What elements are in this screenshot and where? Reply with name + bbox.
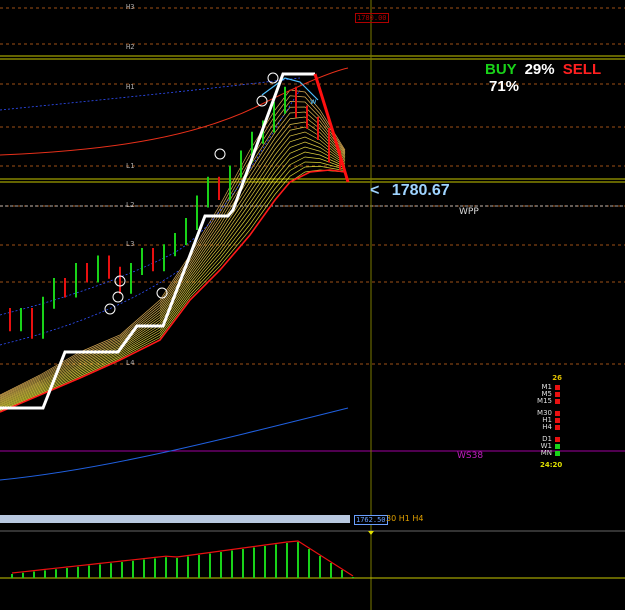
level-label-l1: L1 xyxy=(126,162,135,170)
ribbon-line xyxy=(0,111,346,400)
signal-circle-marker xyxy=(112,291,124,303)
tf-row: H1 xyxy=(532,417,572,424)
tf-label: M15 xyxy=(537,397,552,405)
tf-group: D1 W1 MN xyxy=(532,436,572,457)
timeframe-panel: 26 M1 M5 M15 M30 H1 H4 D1 W1 MN 24:20 xyxy=(532,375,572,469)
lower-band-line xyxy=(0,89,301,316)
signal-w-marker: w xyxy=(310,97,317,106)
tf-status-square xyxy=(555,451,560,456)
level-label-h1: H1 xyxy=(126,83,135,91)
signal-circle-marker xyxy=(267,72,279,84)
price-arrow: < xyxy=(370,182,380,199)
tf-timer: 24:20 xyxy=(540,461,563,469)
buy-percent: 29% xyxy=(524,61,555,78)
ribbon-line xyxy=(0,101,346,398)
tf-status-square xyxy=(555,399,560,404)
oscillator-panel xyxy=(11,540,354,578)
lower-price-tag: 1762.50 xyxy=(354,515,388,525)
tf-status-square xyxy=(555,444,560,449)
level-label-h3: H3 xyxy=(126,3,135,11)
level-label-wpp: WPP xyxy=(459,207,479,217)
buy-label: BUY xyxy=(485,61,517,78)
level-label-l3: L3 xyxy=(126,240,135,248)
ribbon-line xyxy=(0,131,346,404)
tf-count: 26 xyxy=(552,374,562,382)
tf-row: M1 xyxy=(532,384,572,391)
moving-average-lines xyxy=(0,67,349,481)
sell-label: SELL xyxy=(562,61,601,78)
current-price-readout: < 1780.67 xyxy=(370,182,450,200)
ribbon-line xyxy=(0,121,346,402)
tf-status-square xyxy=(555,411,560,416)
tf-group: M1 M5 M15 xyxy=(532,384,572,405)
tf-row: M30 xyxy=(532,410,572,417)
tf-status-square xyxy=(555,418,560,423)
tf-status-square xyxy=(555,385,560,390)
tf-row: M15 xyxy=(532,398,572,405)
sell-percent: 71% xyxy=(489,78,520,95)
ribbon-line xyxy=(0,141,346,406)
tf-status-square xyxy=(555,392,560,397)
tf-status-square xyxy=(555,437,560,442)
signal-circle-marker xyxy=(214,148,226,160)
oscillator-signal-line xyxy=(11,540,354,577)
ribbon-line xyxy=(0,89,346,396)
current-price-value: 1780.67 xyxy=(391,182,450,199)
tf-status-square xyxy=(555,425,560,430)
tf-row: D1 xyxy=(532,436,572,443)
tf-row: H4 xyxy=(532,424,572,431)
price-bar-band xyxy=(0,515,350,523)
upper-band-line xyxy=(0,77,301,111)
level-label-ws38: WS38 xyxy=(457,451,484,461)
level-label-l4: L4 xyxy=(126,359,135,367)
ribbon-line xyxy=(0,116,346,401)
ribbon-line xyxy=(0,136,346,405)
tf-row: MN xyxy=(532,450,572,457)
level-label-l2: L2 xyxy=(126,201,135,209)
ribbon-line xyxy=(0,106,346,399)
moving-average-ribbon xyxy=(0,89,346,413)
signal-circle-marker xyxy=(104,303,116,315)
long-ma-line xyxy=(0,407,349,481)
cursor-marker xyxy=(368,531,374,535)
timeframe-line-label: 30 H1 H4 xyxy=(386,514,424,523)
trend-stepline-up xyxy=(0,72,315,410)
ribbon-line xyxy=(0,146,346,408)
top-price-tag: 1780.00 xyxy=(355,13,389,23)
tf-label: MN xyxy=(540,449,552,457)
level-label-h2: H2 xyxy=(126,43,135,51)
sentiment-panel: BUY 29% SELL 71% xyxy=(485,61,625,95)
tf-group: M30 H1 H4 xyxy=(532,410,572,431)
tf-label: H4 xyxy=(542,423,552,431)
tf-row: W1 xyxy=(532,443,572,450)
